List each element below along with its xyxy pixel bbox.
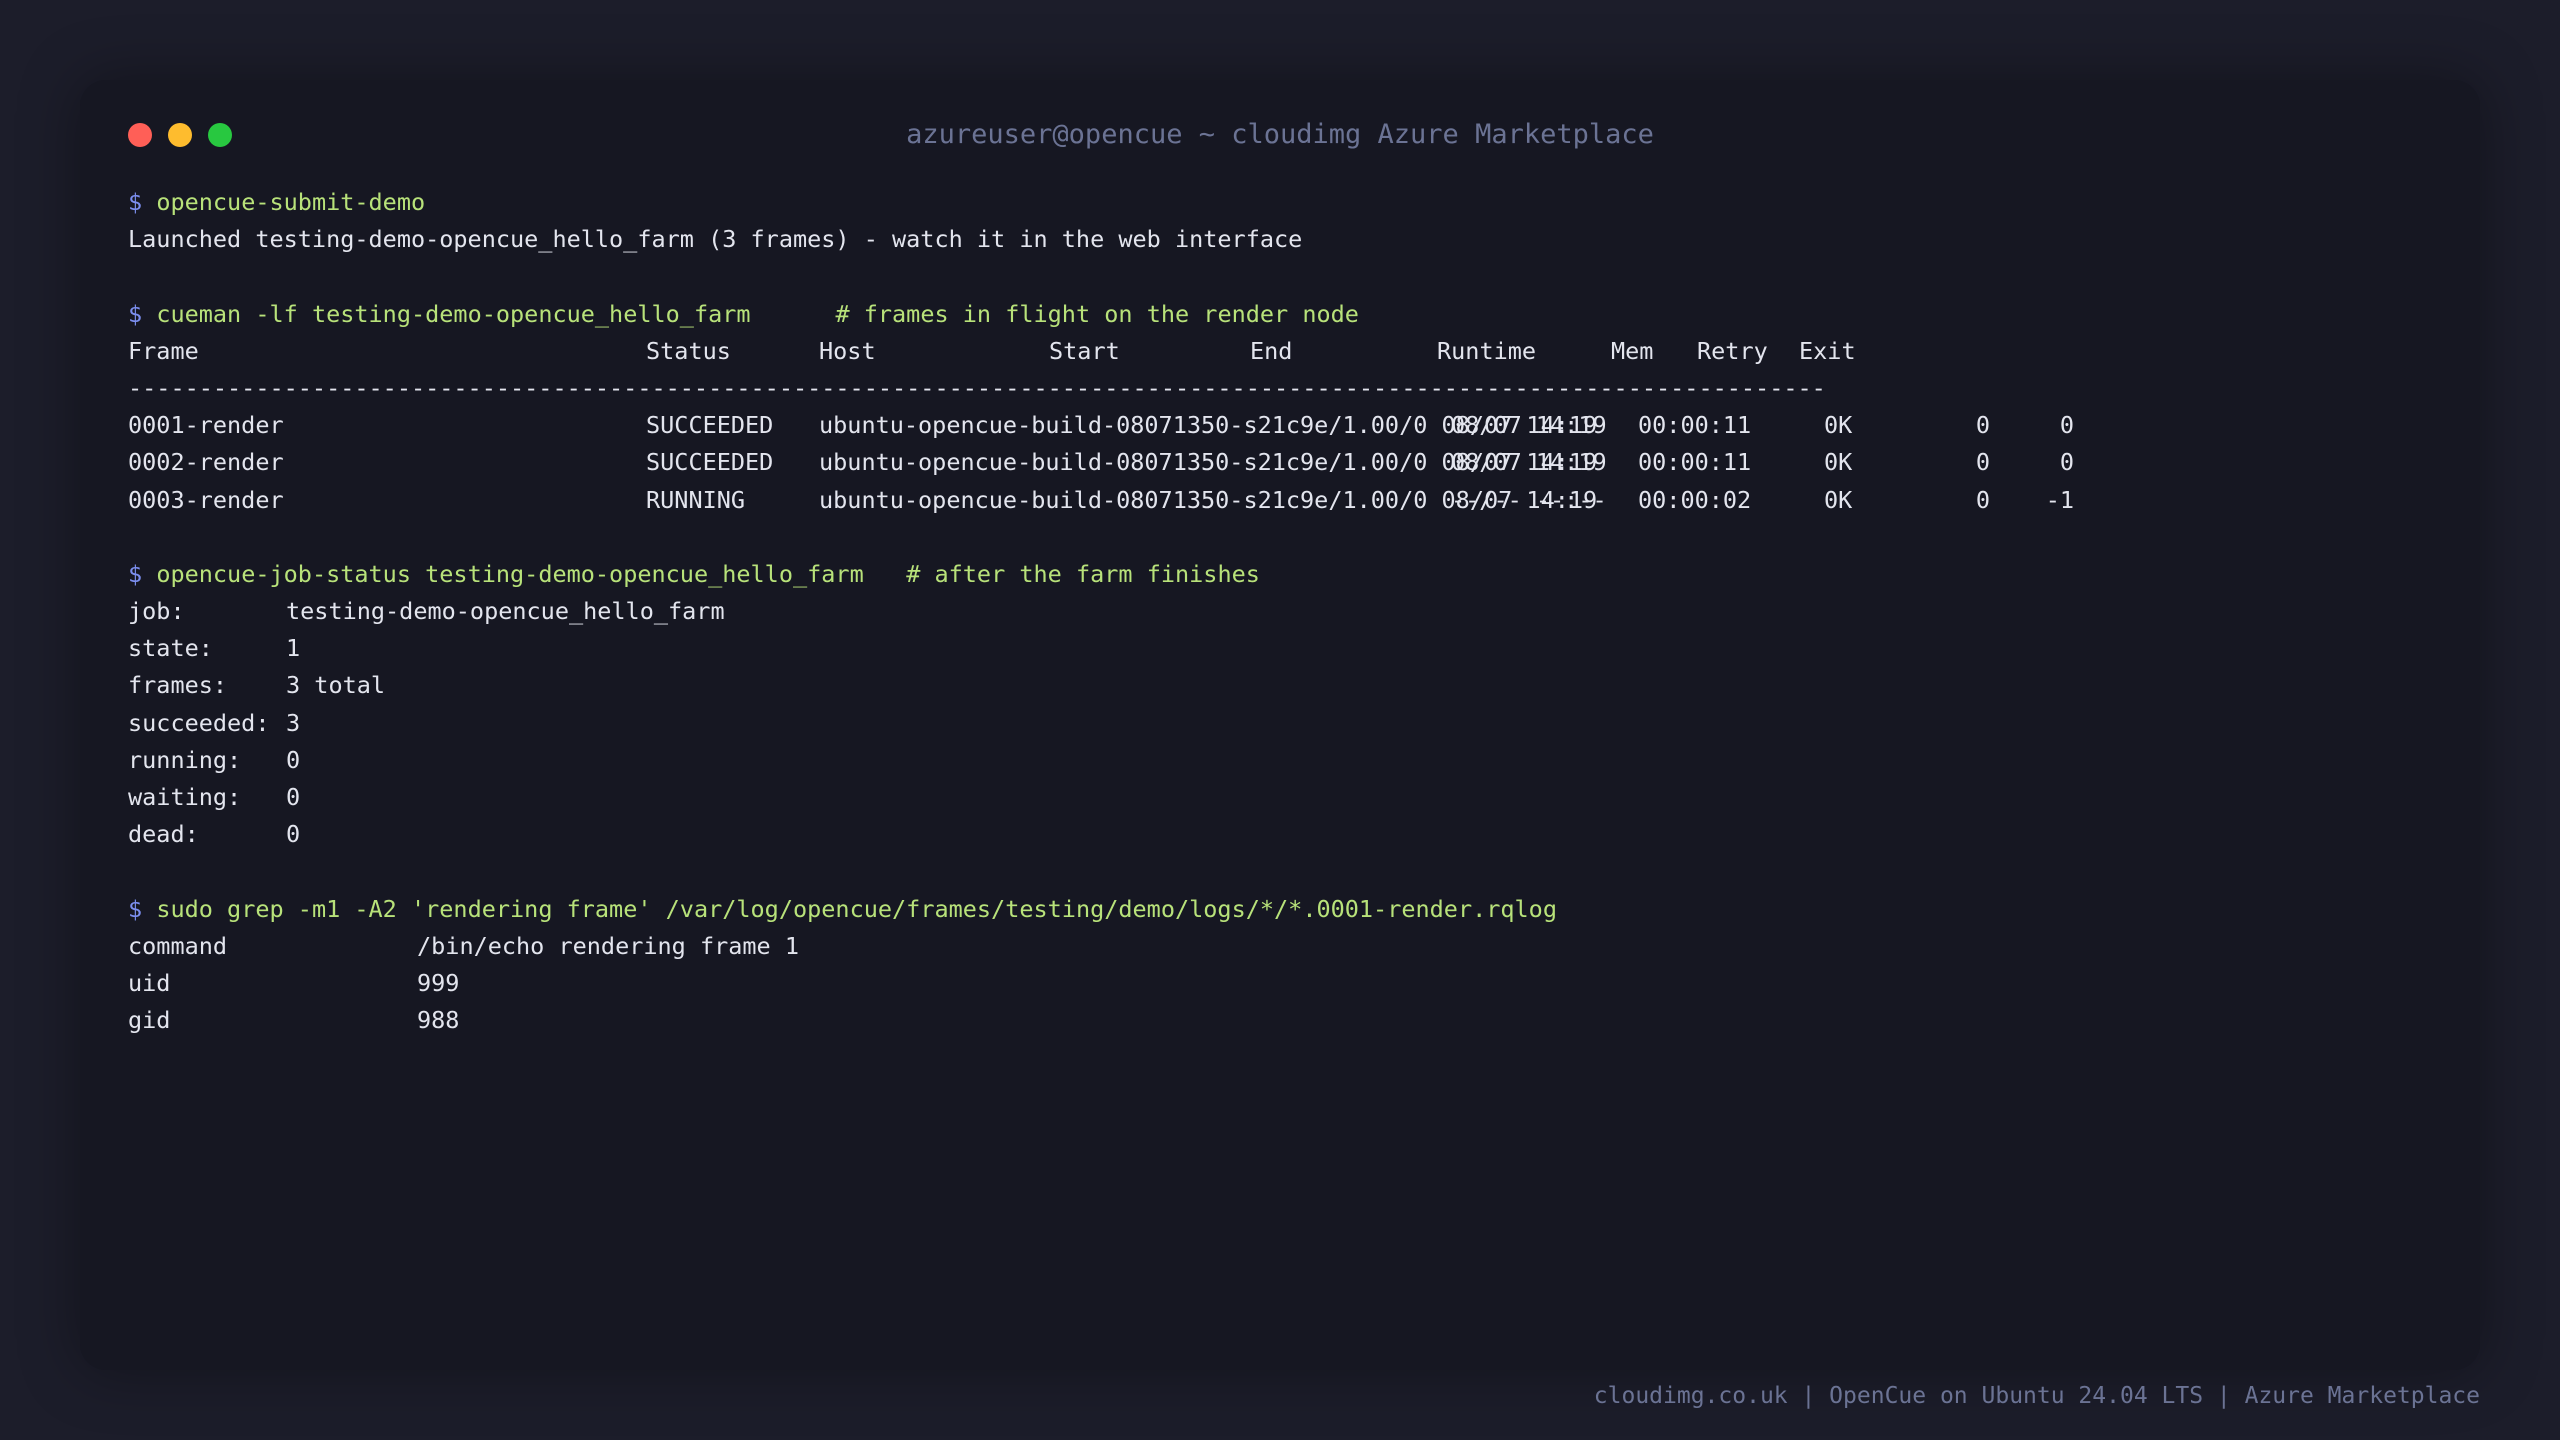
cell-host: ubuntu-opencue-build-08071350-s21c9e/1.0… [819,482,1597,519]
cell-frame: 0002-render [128,448,284,477]
cell-runtime: 00:00:02 [1638,485,1752,514]
title-bar: azureuser@opencue ~ cloudimg Azure Marke… [80,80,2480,180]
status-field: frames: 3 total [128,667,2448,704]
cell-end: 08/07 14:19 [1451,411,1607,440]
field-value: 0 [286,820,301,849]
prompt-symbol: $ [128,188,143,216]
field-value: 0 [286,783,301,811]
field-key: waiting: [128,783,242,811]
status-field: dead: 0 [128,816,2448,853]
page: azureuser@opencue ~ cloudimg Azure Marke… [0,0,2560,1440]
cell-host-name: ubuntu-opencue-build-08071350-s21c9e/1.0… [819,485,1428,514]
command-line: $ opencue-submit-demo [128,184,2448,221]
cell-host: ubuntu-opencue-build-08071350-s21c9e/1.0… [819,444,1597,481]
field-value: 1 [286,634,301,663]
table-header: Frame Status Host Start End Runtime Mem Retry Ex… [128,333,2448,370]
prompt-symbol: $ [128,299,143,328]
prompt-symbol: $ [128,894,143,923]
log-field: command/bin/echo rendering frame 1 [128,928,2448,965]
prompt-symbol: $ [128,559,143,588]
cell-frame: 0003-render [128,485,284,514]
cell-mem: 0K [1824,411,1853,440]
table-separator: ----------------------------------------… [128,373,1826,402]
field-value: 3 [286,708,301,737]
cell-end: 08/07 14:19 [1451,448,1607,477]
column-header-status: Status [646,336,731,365]
field-key: running: [128,745,242,774]
table-row: 0001-render SUCCEEDED ubuntu-opencue-build… [128,407,2448,444]
column-header-host: Host [819,336,876,365]
terminal-output[interactable]: $ opencue-submit-demo Launched testing-d… [128,184,2448,1039]
command-comment: # frames in flight on the render node [835,299,1359,328]
field-key: succeeded: [128,708,270,737]
field-value: 0 [286,745,301,774]
column-header-start: Start [1049,336,1120,365]
field-key: uid [128,968,171,997]
log-field: gid 988 [128,1002,2448,1039]
command-text: opencue-job-status testing-demo-opencue_… [156,559,864,588]
cell-exit: 0 [2059,411,2074,440]
cell-frame: 0001-render [128,411,284,440]
column-header-runtime: Runtime [1437,336,1537,365]
log-field: uid 999 [128,965,2448,1002]
command-text: opencue-submit-demo [156,188,426,216]
cell-runtime: 00:00:11 [1638,411,1752,440]
field-value: 3 total [286,671,386,700]
cell-status: SUCCEEDED [646,411,774,440]
table-row: 0003-render RUNNING ubuntu-opencue-build-0… [128,482,2448,519]
column-header-exit: Exit [1799,336,1856,365]
table-row: 0002-render SUCCEEDED ubuntu-opencue-build… [128,444,2448,481]
status-field: waiting: 0 [128,779,2448,816]
column-header-retry: Retry [1697,336,1768,365]
command-text: cueman -lf testing-demo-opencue_hello_fa… [156,299,751,328]
cell-retry: 0 [1975,448,1990,477]
field-value: 988 [417,1006,460,1035]
output-line: Launched testing-demo-opencue_hello_farm… [128,225,1303,254]
command-line: $ cueman -lf testing-demo-opencue_hello_… [128,296,2448,333]
status-field: state: 1 [128,630,2448,667]
field-key: command [128,931,228,960]
field-key: state: [128,634,213,663]
column-header-mem: Mem [1611,336,1654,365]
cell-retry: 0 [1975,411,1990,440]
field-key: dead: [128,820,199,849]
cell-runtime: 00:00:11 [1638,448,1752,477]
column-header-frame: Frame [128,336,199,365]
cell-host: ubuntu-opencue-build-08071350-s21c9e/1.0… [819,407,1597,444]
status-field: running: 0 [128,742,2448,779]
command-text: sudo grep -m1 -A2 'rendering frame' /var… [156,894,1557,923]
field-value: /bin/echo rendering frame 1 [417,931,800,960]
command-comment: # after the farm finishes [906,559,1260,588]
cell-mem: 0K [1824,448,1853,477]
field-key: job: [128,597,185,626]
terminal-window: azureuser@opencue ~ cloudimg Azure Marke… [80,80,2480,1370]
cell-retry: 0 [1975,485,1990,514]
window-title: azureuser@opencue ~ cloudimg Azure Marke… [906,119,1654,150]
field-value: testing-demo-opencue_hello_farm [286,597,725,626]
cell-mem: 0K [1824,485,1853,514]
status-field: job: testing-demo-opencue_hello_farm [128,593,2448,630]
cell-exit: 0 [2059,448,2074,477]
field-value: 999 [417,968,460,997]
cell-host-name: ubuntu-opencue-build-08071350-s21c9e/1.0… [819,411,1428,440]
cell-status: SUCCEEDED [646,448,774,477]
column-header-end: End [1250,336,1293,365]
footer-caption: cloudimg.co.uk | OpenCue on Ubuntu 24.04… [1593,1383,2480,1409]
cell-exit: -1 [2045,485,2074,514]
command-line: $ opencue-job-status testing-demo-opencu… [128,556,2448,593]
field-key: gid [128,1006,171,1035]
status-field: succeeded: 3 [128,705,2448,742]
cell-end: --/-- --:-- [1451,485,1607,514]
command-line: $ sudo grep -m1 -A2 'rendering frame' /v… [128,891,2448,928]
cell-host-name: ubuntu-opencue-build-08071350-s21c9e/1.0… [819,448,1428,477]
cell-status: RUNNING [646,485,746,514]
field-key: frames: [128,671,228,700]
